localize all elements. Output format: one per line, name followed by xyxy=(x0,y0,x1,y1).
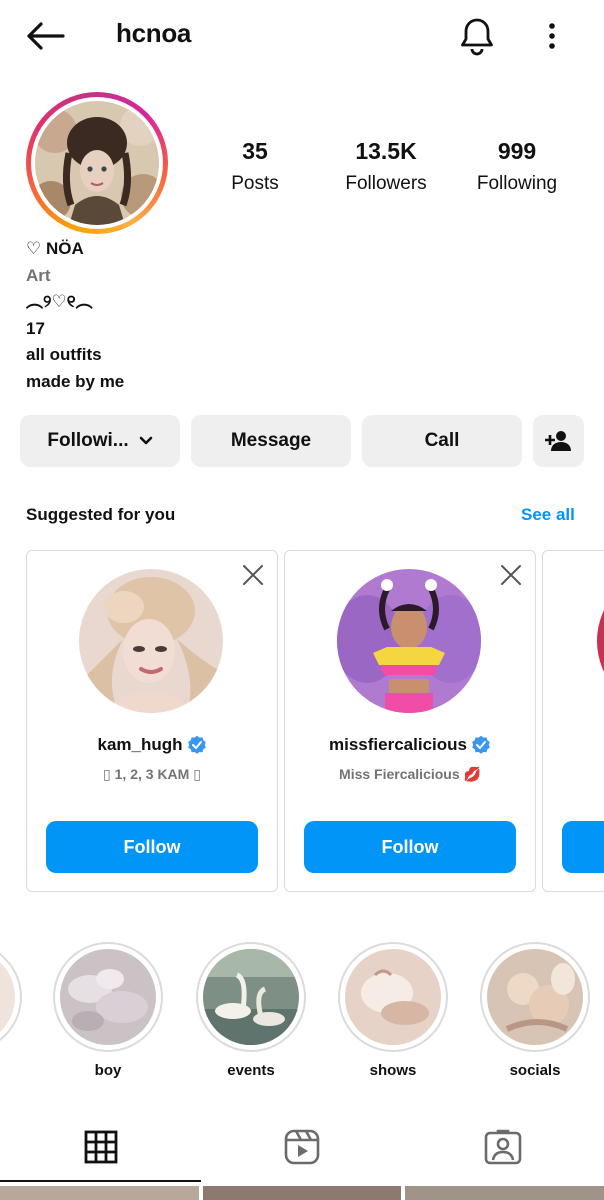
tagged-icon xyxy=(484,1129,522,1165)
follow-button[interactable]: Follow xyxy=(304,821,516,873)
highlight-label: boy xyxy=(94,1062,122,1079)
suggested-avatar[interactable] xyxy=(79,569,223,713)
suggested-username[interactable]: kam_hugh xyxy=(27,735,277,755)
tab-reels[interactable] xyxy=(201,1112,402,1182)
profile-tabs xyxy=(0,1112,604,1182)
highlight-label: socials xyxy=(509,1062,561,1079)
message-button[interactable]: Message xyxy=(191,415,351,467)
active-tab-indicator xyxy=(0,1180,201,1182)
see-all-link[interactable]: See all xyxy=(521,505,575,525)
verified-badge-icon xyxy=(471,735,491,755)
suggested-username[interactable]: missfiercalicious xyxy=(285,735,535,755)
bell-icon[interactable] xyxy=(455,14,499,58)
top-bar: hcnoa xyxy=(0,0,604,72)
close-icon[interactable] xyxy=(241,563,265,587)
suggested-title: Suggested for you xyxy=(26,505,176,524)
followers-count: 13.5K xyxy=(355,138,417,164)
following-button[interactable]: Followi... xyxy=(20,415,180,467)
tab-grid[interactable] xyxy=(0,1112,201,1182)
suggested-subtitle: Miss Fiercalicious 💋 xyxy=(339,766,481,782)
followers-label: Followers xyxy=(345,173,427,194)
followers-stat[interactable]: 13.5K Followers xyxy=(331,138,441,195)
close-icon[interactable] xyxy=(499,563,523,587)
following-label: Following xyxy=(476,173,558,194)
call-button-label: Call xyxy=(424,430,460,451)
highlight-cover xyxy=(196,942,306,1052)
following-count: 999 xyxy=(497,138,537,164)
suggested-avatar[interactable] xyxy=(597,569,604,713)
posts-label: Posts xyxy=(231,173,279,194)
suggested-avatar[interactable] xyxy=(337,569,481,713)
more-vertical-icon[interactable] xyxy=(536,14,568,58)
highlight-boy[interactable]: boy xyxy=(53,942,163,1079)
verified-badge-icon xyxy=(187,735,207,755)
highlight-label: shows xyxy=(369,1062,417,1079)
suggested-card-partial[interactable] xyxy=(542,550,604,892)
follow-button-partial[interactable] xyxy=(562,821,604,873)
suggested-card-missfiercalicious[interactable]: missfiercalicious Miss Fiercalicious 💋 F… xyxy=(284,550,536,892)
suggested-card-kam-hugh[interactable]: kam_hugh ▯ 1, 2, 3 KAM ▯ Follow xyxy=(26,550,278,892)
chevron-down-icon xyxy=(139,436,153,446)
following-button-label: Followi... xyxy=(47,430,129,451)
highlight-socials[interactable]: socials xyxy=(480,942,590,1079)
post-thumbnail[interactable] xyxy=(405,1186,604,1200)
post-thumbnail[interactable] xyxy=(0,1186,199,1200)
following-stat[interactable]: 999 Following xyxy=(462,138,572,195)
bio-line-decor: ︵୨♡୧︵ xyxy=(26,292,93,311)
highlight-cover xyxy=(480,942,590,1052)
profile-avatar-story-ring[interactable] xyxy=(26,92,168,234)
profile-category: Art xyxy=(26,265,51,285)
bio-line-made: made by me xyxy=(26,371,125,391)
posts-grid xyxy=(0,1186,604,1200)
suggested-username-text: kam_hugh xyxy=(97,735,183,754)
grid-icon xyxy=(84,1130,118,1164)
highlight-cover xyxy=(338,942,448,1052)
highlight-cover xyxy=(53,942,163,1052)
profile-username: hcnoa xyxy=(116,18,192,48)
highlight-events[interactable]: events xyxy=(196,942,306,1079)
add-person-icon xyxy=(544,430,573,452)
follow-button[interactable]: Follow xyxy=(46,821,258,873)
profile-bio: ♡ NÖA Art ︵୨♡୧︵ 17 all outfits made by m… xyxy=(26,236,124,395)
bio-line-outfits: all outfits xyxy=(26,345,102,364)
suggested-subtitle: ▯ 1, 2, 3 KAM ▯ xyxy=(103,766,201,782)
highlight-label: events xyxy=(227,1062,275,1079)
reels-icon xyxy=(284,1129,320,1165)
post-thumbnail[interactable] xyxy=(203,1186,401,1200)
highlight-shows[interactable]: shows xyxy=(338,942,448,1079)
highlight-partial[interactable] xyxy=(0,942,22,1052)
bio-line-age: 17 xyxy=(26,318,45,338)
tab-tagged[interactable] xyxy=(402,1112,603,1182)
suggested-username-text: missfiercalicious xyxy=(329,735,467,754)
add-user-button[interactable] xyxy=(533,415,584,467)
display-name: ♡ NÖA xyxy=(26,239,84,258)
posts-count: 35 xyxy=(242,138,268,164)
back-arrow-icon[interactable] xyxy=(22,16,68,56)
call-button[interactable]: Call xyxy=(362,415,522,467)
avatar xyxy=(35,101,159,225)
message-button-label: Message xyxy=(230,430,312,451)
posts-stat[interactable]: 35 Posts xyxy=(200,138,310,195)
